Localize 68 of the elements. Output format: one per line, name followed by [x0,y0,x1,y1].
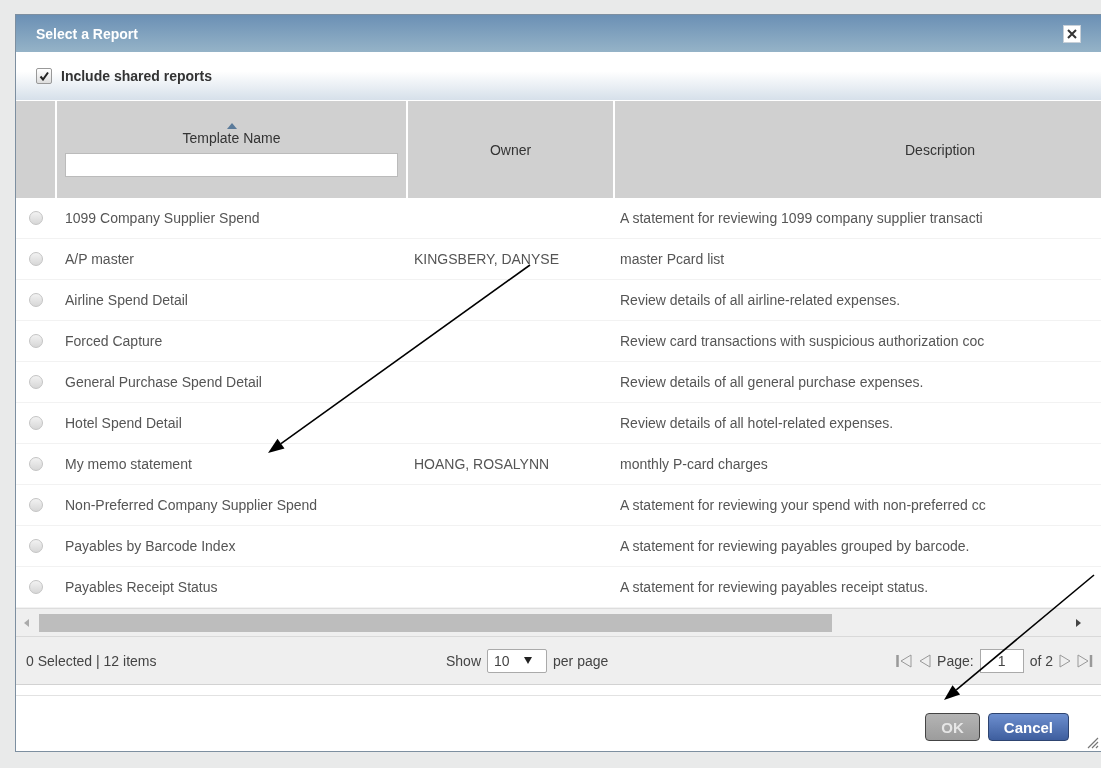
radio-button[interactable] [28,211,43,225]
table-row[interactable]: General Purchase Spend Detail Review details of all general purchase expenses. [16,362,1101,403]
resize-grip-icon[interactable] [1085,735,1099,749]
table-cell-text: Review details of all airline-related expenses. [619,292,902,308]
scrollbar-thumb[interactable] [39,613,832,632]
first-page-button[interactable] [896,652,913,669]
table-cell-text: My memo statement [64,456,193,472]
checkbox-label: Include shared reports [61,68,212,84]
next-page-button[interactable] [1059,652,1071,669]
table-cell-text: Payables Receipt Status [64,579,219,595]
radio-button[interactable] [28,539,43,553]
include-shared-checkbox[interactable] [36,68,52,84]
table-row[interactable]: Forced Capture Review card transactions with suspicious authorization coc [16,321,1101,362]
table-row[interactable]: 1099 Company Supplier Spend A statement for reviewing 1099 company supplier transacti [16,198,1101,239]
table-row[interactable]: Non-Preferred Company Supplier Spend A statement for reviewing your spend with non-preferred cc [16,485,1101,526]
table-cell-text: A statement for reviewing payables receipt status. [619,579,930,595]
filter-field[interactable] [65,152,398,177]
radio-button[interactable] [28,498,43,512]
radio-button[interactable] [28,334,43,348]
table-row[interactable]: A/P master KINGSBERY, DANYSE master Pcard list [16,239,1101,280]
page-label: Page: [937,652,974,669]
table-cell-text: A statement for reviewing payables grouped by barcode. [619,538,971,554]
table-cell-text: A statement for reviewing 1099 company supplier transacti [619,210,984,226]
column-header[interactable]: Owner [489,141,532,158]
radio-button[interactable] [28,457,43,471]
dialog-button[interactable]: Cancel [987,713,1069,741]
radio-button[interactable] [28,252,43,266]
table-cell-text: KINGSBERY, DANYSE [413,251,560,267]
table-cell-text: A/P master [64,251,135,267]
radio-button[interactable] [28,375,43,389]
previous-page-button[interactable] [918,652,932,669]
scroll-left-icon[interactable] [24,618,29,627]
page-number-field[interactable]: 1 [979,648,1024,673]
table-row[interactable]: Payables by Barcode Index A statement for reviewing payables grouped by barcode. [16,526,1101,567]
table-cell-text: A statement for reviewing your spend with non-preferred cc [619,497,987,513]
table-cell-text: General Purchase Spend Detail [64,374,263,390]
table-cell-text: Review details of all hotel-related expenses. [619,415,895,431]
table-cell-text: 1099 Company Supplier Spend [64,210,261,226]
table-cell-text: HOANG, ROSALYNN [413,456,551,472]
table-cell-text: master Pcard list [619,251,726,267]
last-page-button[interactable] [1077,652,1093,669]
close-icon [1067,28,1077,39]
table-cell-text: Review card transactions with suspicious authorization coc [619,333,986,349]
dialog-title: Select a Report [36,25,138,42]
page-size-dropdown[interactable]: 10 [487,648,548,673]
table-cell-text: Non-Preferred Company Supplier Spend [64,497,319,513]
table-cell-text: monthly P-card charges [619,456,769,472]
caret-icon [523,657,532,664]
radio-button[interactable] [28,416,43,430]
table-row[interactable]: Airline Spend Detail Review details of all airline-related expenses. [16,280,1101,321]
page-count: of 2 [1029,652,1053,669]
scroll-right-icon[interactable] [1076,618,1081,627]
table-cell-text: Hotel Spend Detail [64,415,183,431]
table-cell-text: Forced Capture [64,333,164,349]
column-header[interactable]: Template Name [182,129,281,146]
table-row[interactable]: My memo statement HOANG, ROSALYNN monthly P-card charges [16,444,1101,485]
radio-button[interactable] [28,293,43,307]
table-cell-text: Payables by Barcode Index [64,538,237,554]
horizontal-scrollbar[interactable] [16,608,1101,636]
radio-button[interactable] [28,580,43,594]
column-header[interactable]: Description [905,141,976,158]
selection-status: 0 Selected | 12 items [26,652,158,669]
table-cell-text: Airline Spend Detail [64,292,189,308]
show-label: Show [446,652,482,669]
table-cell-text: Review details of all general purchase expenses. [619,374,925,390]
table-row[interactable]: Hotel Spend Detail Review details of all hotel-related expenses. [16,403,1101,444]
close-button[interactable] [1063,24,1081,43]
per-page-label: per page [553,652,609,669]
